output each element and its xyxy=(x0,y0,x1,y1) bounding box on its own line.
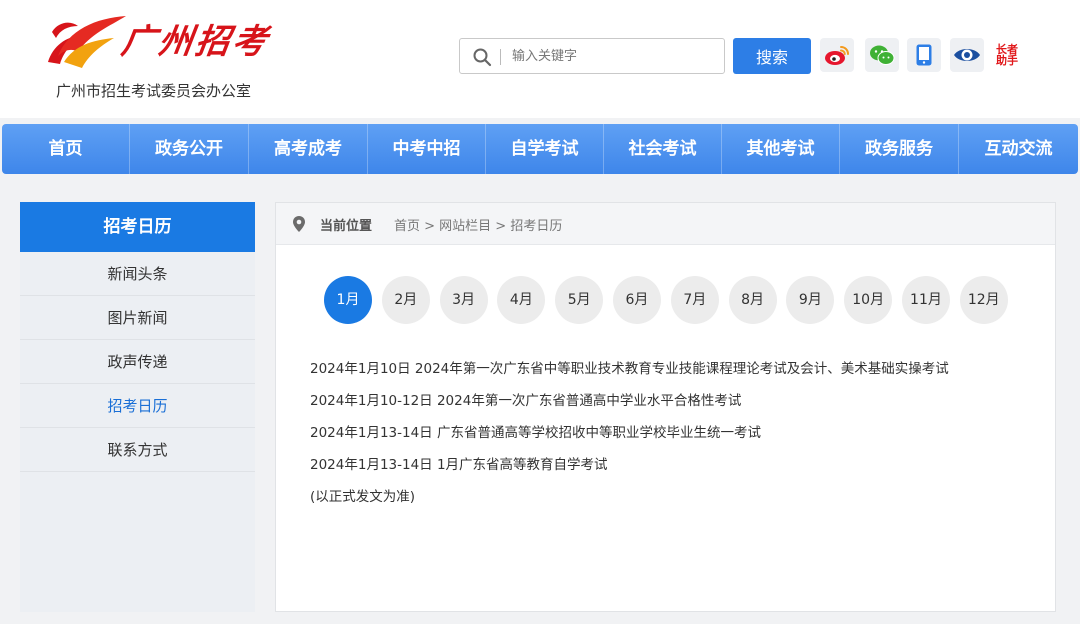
elder-assist-button[interactable]: 长者 助手 xyxy=(990,38,1024,72)
month-4[interactable]: 4月 xyxy=(497,276,546,324)
sidebar: 招考日历 新闻头条 图片新闻 政声传递 招考日历 联系方式 xyxy=(20,202,255,612)
nav-item-gov-services[interactable]: 政务服务 xyxy=(840,124,959,174)
event-item: 2024年1月13-14日 1月广东省高等教育自学考试 xyxy=(310,457,608,473)
month-3[interactable]: 3月 xyxy=(439,276,488,324)
month-6[interactable]: 6月 xyxy=(612,276,661,324)
month-2[interactable]: 2月 xyxy=(381,276,430,324)
month-1[interactable]: 1月 xyxy=(324,276,372,324)
search-separator xyxy=(500,49,501,65)
search-button[interactable]: 搜索 xyxy=(733,38,811,74)
event-list: 2024年1月10日 2024年第一次广东省中等职业技术教育专业技能课程理论考试… xyxy=(310,358,949,518)
month-7[interactable]: 7月 xyxy=(670,276,719,324)
weibo-icon xyxy=(825,46,849,65)
mobile-button[interactable] xyxy=(907,38,941,72)
search-box xyxy=(459,38,725,74)
month-8[interactable]: 8月 xyxy=(728,276,777,324)
event-item: 2024年1月10日 2024年第一次广东省中等职业技术教育专业技能课程理论考试… xyxy=(310,361,949,377)
logo-text[interactable]: 广州招考 xyxy=(119,14,274,63)
nav-item-self-study[interactable]: 自学考试 xyxy=(486,124,604,174)
nav-item-home[interactable]: 首页 xyxy=(2,124,130,174)
event-item: 2024年1月10-12日 2024年第一次广东省普通高中学业水平合格性考试 xyxy=(310,393,742,409)
breadcrumb-label: 当前位置 xyxy=(320,219,373,234)
mobile-icon xyxy=(916,44,932,66)
breadcrumb: 当前位置 首页 > 网站栏目 > 招考日历 xyxy=(276,203,1055,245)
breadcrumb-path[interactable]: 首页 > 网站栏目 > 招考日历 xyxy=(394,215,562,234)
nav-item-social-exams[interactable]: 社会考试 xyxy=(604,124,722,174)
logo-icon[interactable] xyxy=(44,12,128,70)
event-item: 2024年1月13-14日 广东省普通高等学校招收中等职业学校毕业生统一考试 xyxy=(310,425,761,441)
wechat-button[interactable] xyxy=(865,38,899,72)
month-5[interactable]: 5月 xyxy=(555,276,604,324)
month-11[interactable]: 11月 xyxy=(901,276,950,324)
elder-label-line2: 助手 xyxy=(996,54,1018,67)
nav-item-gaokao[interactable]: 高考成考 xyxy=(249,124,368,174)
event-note: (以正式发文为准) xyxy=(310,489,416,505)
eye-icon xyxy=(954,49,980,61)
search-icon xyxy=(473,48,492,67)
sidebar-item-headlines[interactable]: 新闻头条 xyxy=(20,252,255,296)
location-pin-icon xyxy=(293,216,305,232)
nav-item-other-exams[interactable]: 其他考试 xyxy=(722,124,840,174)
site-header: 广州招考 广州市招生考试委员会办公室 搜索 xyxy=(0,0,1080,118)
sidebar-item-exam-calendar[interactable]: 招考日历 xyxy=(20,384,255,428)
month-10[interactable]: 10月 xyxy=(844,276,893,324)
wechat-icon xyxy=(870,45,895,65)
sidebar-item-policy-voice[interactable]: 政声传递 xyxy=(20,340,255,384)
sidebar-title: 招考日历 xyxy=(20,202,255,252)
month-9[interactable]: 9月 xyxy=(786,276,835,324)
nav-item-gov-affairs[interactable]: 政务公开 xyxy=(130,124,249,174)
month-selector: 1月 2月 3月 4月 5月 6月 7月 8月 9月 10月 11月 12月 xyxy=(324,276,1018,324)
weibo-button[interactable] xyxy=(820,38,854,72)
sidebar-item-photo-news[interactable]: 图片新闻 xyxy=(20,296,255,340)
main-panel: 当前位置 首页 > 网站栏目 > 招考日历 1月 2月 3月 4月 5月 6月 … xyxy=(275,202,1056,612)
search-input[interactable] xyxy=(512,43,712,69)
accessibility-button[interactable] xyxy=(950,38,984,72)
nav-item-interaction[interactable]: 互动交流 xyxy=(959,124,1078,174)
main-nav: 首页 政务公开 高考成考 中考中招 自学考试 社会考试 其他考试 政务服务 互动… xyxy=(2,124,1078,174)
sidebar-item-contact[interactable]: 联系方式 xyxy=(20,428,255,472)
month-12[interactable]: 12月 xyxy=(959,276,1008,324)
nav-item-zhongkao[interactable]: 中考中招 xyxy=(368,124,486,174)
elder-assist-icon: 长者 助手 xyxy=(996,44,1018,66)
org-name: 广州市招生考试委员会办公室 xyxy=(56,82,252,100)
